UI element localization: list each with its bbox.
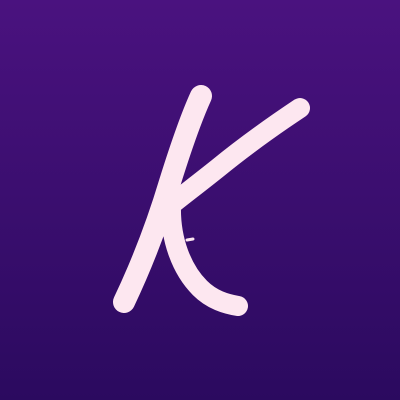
k-letter-logo-icon (0, 0, 400, 400)
app-icon-tile (0, 0, 400, 400)
background (0, 0, 400, 400)
